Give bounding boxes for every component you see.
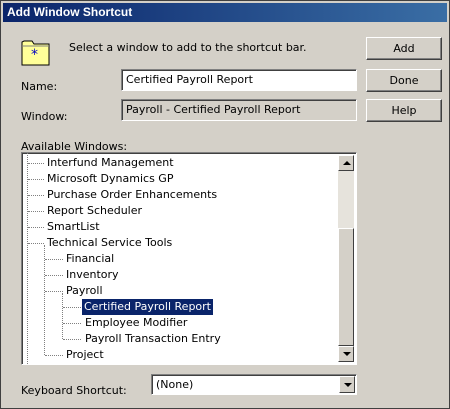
- tree-item-payroll-transaction-entry[interactable]: Payroll Transaction Entry: [85, 331, 221, 347]
- scroll-thumb[interactable]: [338, 228, 354, 346]
- window-field: Payroll - Certified Payroll Report: [121, 99, 357, 121]
- tree-item-certified-payroll-report[interactable]: Certified Payroll Report: [81, 298, 214, 316]
- name-field[interactable]: Certified Payroll Report: [121, 69, 357, 91]
- tree-connector: [44, 245, 45, 355]
- tree-connector: [63, 323, 81, 324]
- dropdown-button[interactable]: [339, 376, 355, 393]
- window-label: Window:: [21, 110, 68, 123]
- scroll-down-button[interactable]: [338, 346, 354, 362]
- dialog-window: Add Window Shortcut * Select a window to…: [0, 0, 450, 409]
- folder-icon: *: [21, 35, 51, 67]
- tree-connector: [45, 355, 63, 356]
- tree-item-employee-modifier[interactable]: Employee Modifier: [85, 315, 187, 331]
- tree-connector: [63, 339, 81, 340]
- tree-connector: [28, 211, 44, 212]
- available-windows-tree[interactable]: Interfund Management Microsoft Dynamics …: [21, 152, 357, 365]
- scroll-up-button[interactable]: [338, 155, 354, 171]
- tree-item-smartlist[interactable]: SmartList: [47, 219, 100, 235]
- tree-item-technical-service-tools[interactable]: Technical Service Tools: [47, 235, 172, 251]
- tree-connector: [45, 275, 63, 276]
- tree-item-interfund-management[interactable]: Interfund Management: [47, 155, 174, 171]
- tree-scrollbar[interactable]: [338, 155, 354, 362]
- done-button[interactable]: Done: [366, 69, 442, 92]
- tree-connector: [27, 153, 28, 364]
- instruction-text: Select a window to add to the shortcut b…: [69, 41, 307, 54]
- window-title: Add Window Shortcut: [7, 5, 133, 19]
- tree-connector: [28, 243, 44, 244]
- tree-item-report-scheduler[interactable]: Report Scheduler: [47, 203, 142, 219]
- tree-connector: [28, 163, 44, 164]
- arrow-up-icon: [343, 161, 351, 165]
- tree-item-project[interactable]: Project: [66, 347, 104, 363]
- tree-item-purchase-order-enhancements[interactable]: Purchase Order Enhancements: [47, 187, 217, 203]
- chevron-down-icon: [344, 383, 352, 387]
- add-button[interactable]: Add: [366, 37, 442, 60]
- keyboard-shortcut-select[interactable]: (None): [151, 374, 357, 395]
- tree-item-payroll[interactable]: Payroll: [66, 283, 103, 299]
- tree-item-financial[interactable]: Financial: [66, 251, 114, 267]
- svg-text:*: *: [31, 47, 38, 63]
- tree-connector: [45, 259, 63, 260]
- name-label: Name:: [21, 80, 58, 93]
- help-button[interactable]: Help: [366, 99, 442, 122]
- tree-item-microsoft-dynamics-gp[interactable]: Microsoft Dynamics GP: [47, 171, 173, 187]
- tree-item-inventory[interactable]: Inventory: [66, 267, 119, 283]
- tree-connector: [28, 179, 44, 180]
- keyboard-shortcut-value: (None): [156, 378, 194, 391]
- keyboard-shortcut-label: Keyboard Shortcut:: [21, 384, 127, 397]
- tree-connector: [28, 227, 44, 228]
- tree-connector: [28, 195, 44, 196]
- tree-connector: [62, 293, 63, 339]
- arrow-down-icon: [343, 352, 351, 356]
- tree-connector: [63, 307, 81, 308]
- title-bar[interactable]: Add Window Shortcut: [3, 3, 447, 22]
- tree-connector: [45, 291, 63, 292]
